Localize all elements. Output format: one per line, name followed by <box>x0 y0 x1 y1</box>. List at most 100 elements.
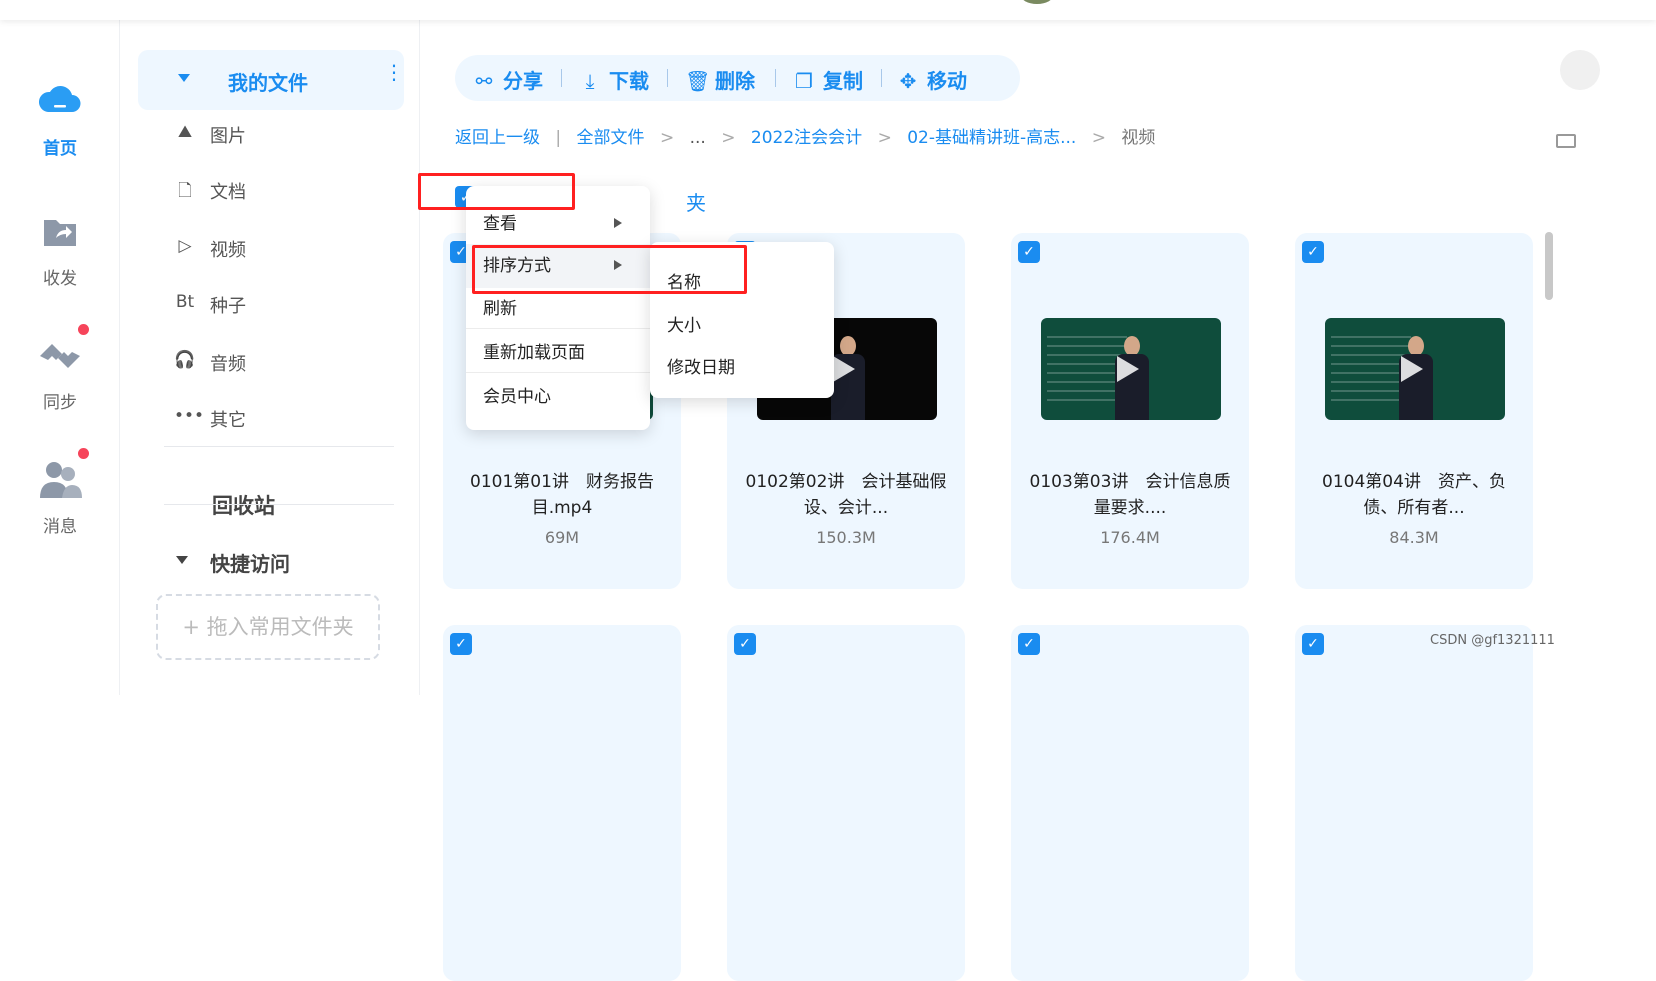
my-files-item[interactable]: 我的文件 ⋮ <box>138 50 404 110</box>
file-size: 150.3M <box>816 528 876 547</box>
menu-item-reload[interactable]: 重新加载页面 <box>466 331 650 375</box>
share-folder-icon <box>36 208 84 256</box>
divider <box>561 69 562 87</box>
file-size: 69M <box>544 528 580 547</box>
share-button[interactable]: ⚯ 分享 <box>473 65 543 94</box>
copy-icon: ❐ <box>795 69 813 93</box>
move-button[interactable]: ✥ 移动 <box>897 65 967 94</box>
annotation-box <box>472 245 747 294</box>
file-card[interactable]: ✓ <box>727 625 965 981</box>
move-label: 移动 <box>927 69 967 93</box>
file-name: 0101第01讲 财务报告目.mp4 <box>470 472 654 518</box>
scroll-button[interactable] <box>1560 50 1600 90</box>
sidebar-item-other[interactable]: ••• 其它 <box>174 406 246 432</box>
file-checkbox[interactable]: ✓ <box>1302 633 1324 655</box>
sidebar-item-documents[interactable]: 🗋 文档 <box>178 178 246 204</box>
file-name: 0103第03讲 会计信息质量要求.... <box>1029 472 1231 518</box>
breadcrumb: 返回上一级 | 全部文件 > ... > 2022注会会计 > 02-基础精讲班… <box>455 123 1165 148</box>
delete-button[interactable]: 🗑 删除 <box>685 65 755 94</box>
breadcrumb-folder[interactable]: 02-基础精讲班-高志... <box>907 128 1076 148</box>
delete-label: 删除 <box>715 69 755 93</box>
file-checkbox[interactable]: ✓ <box>1302 241 1324 263</box>
share-icon: ⚯ <box>475 69 493 93</box>
sidebar-item-label: 文档 <box>210 182 246 203</box>
file-checkbox[interactable]: ✓ <box>1018 241 1040 263</box>
rail-label-messages: 消息 <box>43 517 77 537</box>
file-checkbox[interactable]: ✓ <box>1018 633 1040 655</box>
file-size: 84.3M <box>1389 528 1439 547</box>
file-name: 0102第02讲 会计基础假设、会计... <box>745 472 947 518</box>
collapse-triangle-icon[interactable] <box>178 74 190 82</box>
sidebar-item-torrents[interactable]: Bt 种子 <box>176 292 246 318</box>
sidebar-item-recycle[interactable]: 回收站 <box>212 490 275 520</box>
trash-icon: 🗑 <box>685 69 711 93</box>
copy-button[interactable]: ❐ 复制 <box>793 65 863 94</box>
file-card[interactable]: ✓ 0104第04讲 资产、负债、所有者... 84.3M <box>1295 233 1533 589</box>
cloud-icon <box>36 78 84 126</box>
file-sidebar: 我的文件 ⋮ ⛰ 图片 🗋 文档 ▷ 视频 Bt 种子 🎧 音频 ••• 其它 … <box>120 20 420 695</box>
divider <box>775 69 776 87</box>
menu-item-label: 会员中心 <box>483 387 551 407</box>
rail-item-home[interactable]: 首页 <box>0 78 120 159</box>
users-icon <box>36 448 89 504</box>
sidebar-item-audio[interactable]: 🎧 音频 <box>174 350 246 376</box>
file-card[interactable]: ✓ <box>443 625 681 981</box>
rail-label-transfer: 收发 <box>43 269 77 289</box>
sort-by-date[interactable]: 修改日期 <box>667 353 735 378</box>
rail-item-messages[interactable]: 消息 <box>0 448 120 537</box>
sidebar-item-videos[interactable]: ▷ 视频 <box>178 236 246 262</box>
back-link[interactable]: 返回上一级 <box>455 128 540 148</box>
more-icon: ••• <box>174 406 205 426</box>
share-label: 分享 <box>503 69 543 93</box>
breadcrumb-ellipsis[interactable]: ... <box>690 128 706 148</box>
sidebar-item-label: 音频 <box>210 354 246 375</box>
divider <box>466 372 650 373</box>
play-icon <box>833 356 855 382</box>
collapse-triangle-icon[interactable] <box>176 556 188 564</box>
menu-item-member-center[interactable]: 会员中心 <box>466 375 650 419</box>
divider <box>466 328 650 329</box>
rail-item-transfer[interactable]: 收发 <box>0 208 120 289</box>
sidebar-item-images[interactable]: ⛰ 图片 <box>178 122 246 148</box>
menu-item-label: 查看 <box>483 214 517 234</box>
chevron-right-icon: > <box>1091 128 1106 148</box>
headphones-icon: 🎧 <box>174 350 196 370</box>
context-menu: 查看 排序方式 刷新 重新加载页面 会员中心 <box>466 186 650 430</box>
download-button[interactable]: ⤓ 下载 <box>579 65 649 94</box>
user-avatar[interactable] <box>1020 0 1054 4</box>
action-toolbar: ⚯ 分享 ⤓ 下载 🗑 删除 ❐ 复制 ✥ 移动 <box>455 55 1020 101</box>
breadcrumb-all-files[interactable]: 全部文件 <box>577 128 645 148</box>
divider <box>881 69 882 87</box>
copy-label: 复制 <box>823 69 863 93</box>
drop-zone[interactable]: + 拖入常用文件夹 <box>156 594 380 660</box>
sync-badge <box>78 324 89 335</box>
messages-badge <box>78 448 89 459</box>
breadcrumb-current: 视频 <box>1121 128 1156 148</box>
breadcrumb-separator: | <box>555 128 562 148</box>
download-label: 下载 <box>609 69 649 93</box>
file-card[interactable]: ✓ 0103第03讲 会计信息质量要求.... 176.4M <box>1011 233 1249 589</box>
view-mode-icon[interactable] <box>1556 134 1576 148</box>
video-thumbnail <box>1325 318 1505 420</box>
sidebar-item-label: 图片 <box>210 126 246 147</box>
rail-label-home: 首页 <box>43 139 77 159</box>
rail-label-sync: 同步 <box>43 393 77 413</box>
play-icon <box>1117 356 1139 382</box>
quick-access-title[interactable]: 快捷访问 <box>210 548 290 577</box>
breadcrumb-folder[interactable]: 2022注会会计 <box>751 128 862 148</box>
my-files-label: 我的文件 <box>228 71 308 95</box>
file-checkbox[interactable]: ✓ <box>734 633 756 655</box>
file-name: 0104第04讲 资产、负债、所有者... <box>1322 472 1506 518</box>
download-icon: ⤓ <box>585 69 595 93</box>
divider <box>164 446 394 447</box>
more-vertical-icon[interactable]: ⋮ <box>384 62 404 82</box>
file-card[interactable]: ✓ <box>1295 625 1533 981</box>
image-icon: ⛰ <box>177 122 193 142</box>
chevron-right-icon: > <box>659 128 675 148</box>
scrollbar[interactable] <box>1545 232 1553 300</box>
file-card[interactable]: ✓ <box>1011 625 1249 981</box>
sort-by-size[interactable]: 大小 <box>667 311 701 336</box>
menu-item-label: 重新加载页面 <box>483 343 585 363</box>
rail-item-sync[interactable]: 同步 <box>0 324 120 413</box>
file-checkbox[interactable]: ✓ <box>450 633 472 655</box>
